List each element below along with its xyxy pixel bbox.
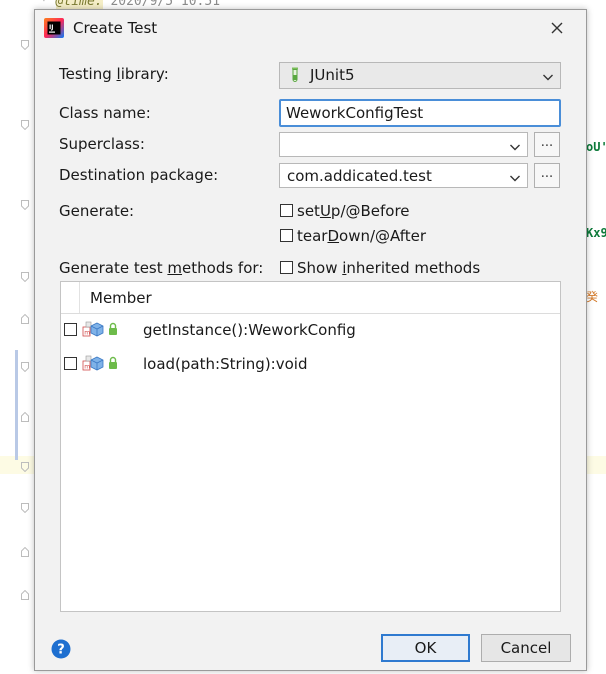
member-table[interactable]: Member m getInstance():WeworkConfig m lo… (60, 281, 561, 612)
static-method-icon: m (82, 321, 92, 337)
show-inherited-methods-checkbox[interactable]: Show inherited methods (280, 259, 480, 277)
superclass-label: Superclass: (59, 135, 145, 153)
dialog-title-bar[interactable]: IJ Create Test (35, 10, 586, 46)
method-signature: getInstance():WeworkConfig (143, 321, 356, 339)
superclass-combobox[interactable] (279, 132, 528, 157)
fold-marker-icon[interactable] (21, 412, 29, 422)
create-test-dialog: IJ Create Test Testing library: JUnit5 C… (34, 9, 587, 671)
table-row[interactable]: m getInstance():WeworkConfig (61, 316, 560, 344)
chevron-down-icon (509, 139, 521, 151)
editor-code-fragment: Kx9 (586, 226, 606, 240)
chevron-down-icon (542, 69, 554, 81)
testing-library-label: Testing library: (59, 65, 169, 83)
setup-before-checkbox[interactable]: setUp/@Before (280, 202, 410, 220)
editor-code-fragment: 癸 (586, 290, 599, 304)
comment-tag: @time: (55, 0, 103, 9)
svg-text:IJ: IJ (49, 24, 53, 31)
table-row[interactable]: m load(path:String):void (61, 350, 560, 378)
testing-library-value: JUnit5 (310, 66, 355, 84)
member-column-header[interactable]: Member (90, 289, 152, 307)
svg-text:m: m (84, 364, 90, 371)
svg-text:m: m (84, 330, 90, 337)
teardown-after-checkbox[interactable]: tearDown/@After (280, 227, 426, 245)
fold-marker-icon[interactable] (21, 590, 29, 600)
chevron-down-icon (509, 170, 521, 182)
public-lock-icon (109, 322, 117, 335)
static-method-icon: m (82, 355, 92, 371)
fold-marker-icon[interactable] (21, 314, 29, 324)
member-checkbox[interactable] (64, 357, 77, 370)
junit-flask-icon (290, 67, 300, 83)
checkbox-box[interactable] (280, 229, 293, 242)
fold-marker-icon[interactable] (21, 200, 29, 210)
fold-marker-icon[interactable] (21, 503, 29, 513)
help-icon[interactable]: ? (51, 639, 71, 659)
comment-text: 2020/9/5 10:51 (102, 0, 221, 9)
dialog-title: Create Test (73, 19, 158, 37)
svg-text:?: ? (57, 643, 65, 658)
fold-marker-icon[interactable] (21, 547, 29, 557)
method-cube-icon (90, 322, 104, 337)
destination-package-combobox[interactable]: com.addicated.test (279, 163, 528, 188)
fold-marker-icon[interactable] (21, 462, 29, 472)
method-icons: m (82, 355, 122, 373)
method-cube-icon (90, 356, 104, 371)
column-separator (79, 282, 80, 313)
fold-marker-icon[interactable] (21, 120, 29, 130)
fold-marker-icon[interactable] (21, 272, 29, 282)
ok-button[interactable]: OK (381, 634, 470, 662)
editor-comment-line: * @time: 2020/9/5 10:51 (40, 0, 220, 9)
fold-marker-icon[interactable] (21, 362, 29, 372)
member-table-header: Member (61, 282, 560, 314)
public-lock-icon (109, 356, 117, 369)
class-name-label: Class name: (59, 104, 151, 122)
destination-package-browse-button[interactable]: ... (534, 163, 560, 188)
method-icons: m (82, 321, 122, 339)
comment-prefix: * (40, 0, 56, 9)
testing-library-dropdown[interactable]: JUnit5 (279, 62, 561, 89)
member-checkbox[interactable] (64, 323, 77, 336)
cancel-button[interactable]: Cancel (481, 634, 571, 662)
close-icon[interactable] (547, 18, 567, 38)
generate-label: Generate: (59, 202, 135, 220)
editor-code-fragment: oU' (586, 140, 606, 154)
intellij-idea-icon: IJ (44, 18, 64, 38)
generate-test-methods-label: Generate test methods for: (59, 259, 264, 277)
checkbox-box[interactable] (280, 261, 293, 274)
class-name-input[interactable] (279, 99, 561, 127)
fold-marker-icon[interactable] (21, 40, 29, 50)
checkbox-box[interactable] (280, 204, 293, 217)
editor-gutter-change-marker (15, 350, 18, 460)
superclass-browse-button[interactable]: ... (534, 132, 560, 157)
method-signature: load(path:String):void (143, 355, 308, 373)
destination-package-value: com.addicated.test (287, 167, 432, 185)
destination-package-label: Destination package: (59, 166, 219, 184)
